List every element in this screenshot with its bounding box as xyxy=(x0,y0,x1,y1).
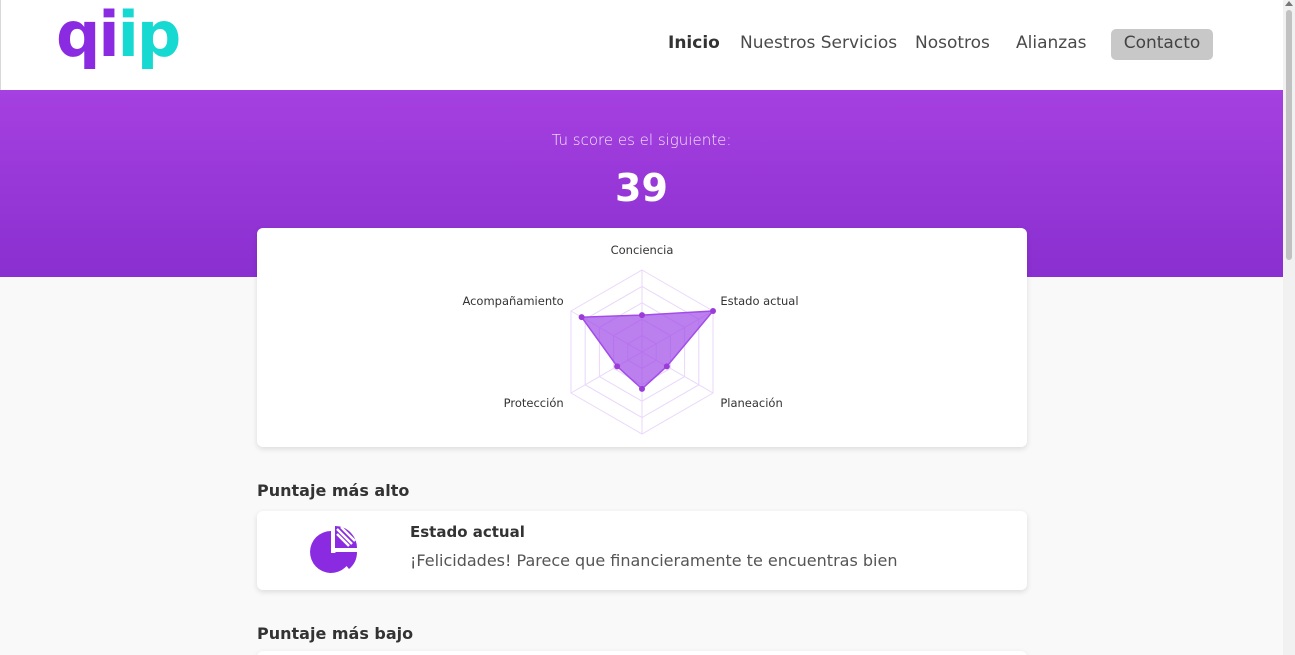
nav-nuestros-servicios[interactable]: Nuestros Servicios xyxy=(740,29,897,60)
logo-part-2: ip xyxy=(117,0,182,71)
radar-data-point xyxy=(578,314,585,321)
radar-data-point xyxy=(639,385,645,392)
page-border xyxy=(0,0,1,90)
highest-score-card: Estado actual ¡Felicidades! Parece que f… xyxy=(257,511,1027,590)
radar-axis-label: Planeación xyxy=(720,396,782,410)
qiip-logo[interactable]: qiip xyxy=(56,4,181,66)
highest-score-heading: Puntaje más alto xyxy=(257,481,410,500)
scrollbar-thumb[interactable] xyxy=(1286,10,1292,260)
pie-chart-icon xyxy=(310,526,358,573)
radar-data-point xyxy=(639,312,645,319)
scroll-up-arrow-icon[interactable] xyxy=(1285,1,1293,6)
site-header: qiip Inicio Nuestros Servicios Nosotros … xyxy=(0,0,1283,90)
radar-axis-label: Acompañamiento xyxy=(462,294,563,308)
radar-data-point xyxy=(663,363,670,370)
logo-part-1: qi xyxy=(56,0,120,71)
radar-axis-label: Conciencia xyxy=(611,243,674,257)
lowest-score-card xyxy=(257,651,1027,655)
radar-axis-label: Protección xyxy=(504,396,564,410)
score-value: 39 xyxy=(615,166,668,210)
nav-contacto-button[interactable]: Contacto xyxy=(1111,29,1213,60)
page: qiip Inicio Nuestros Servicios Nosotros … xyxy=(0,0,1283,655)
radar-axis-label: Estado actual xyxy=(720,294,798,308)
lowest-score-heading: Puntaje más bajo xyxy=(257,624,414,643)
radar-data-point xyxy=(710,308,717,314)
highest-score-title: Estado actual xyxy=(410,523,525,541)
radar-data-point xyxy=(614,363,621,370)
nav-inicio[interactable]: Inicio xyxy=(668,29,720,60)
highest-score-text: ¡Felicidades! Parece que financieramente… xyxy=(410,551,898,570)
nav-nosotros[interactable]: Nosotros xyxy=(915,29,990,60)
radar-chart-card: ConcienciaEstado actualPlaneaciónSolucio… xyxy=(257,228,1027,447)
score-subtitle: Tu score es el siguiente: xyxy=(551,131,732,149)
nav-alianzas[interactable]: Alianzas xyxy=(1016,29,1086,60)
radar-chart: ConcienciaEstado actualPlaneaciónSolucio… xyxy=(462,243,799,435)
